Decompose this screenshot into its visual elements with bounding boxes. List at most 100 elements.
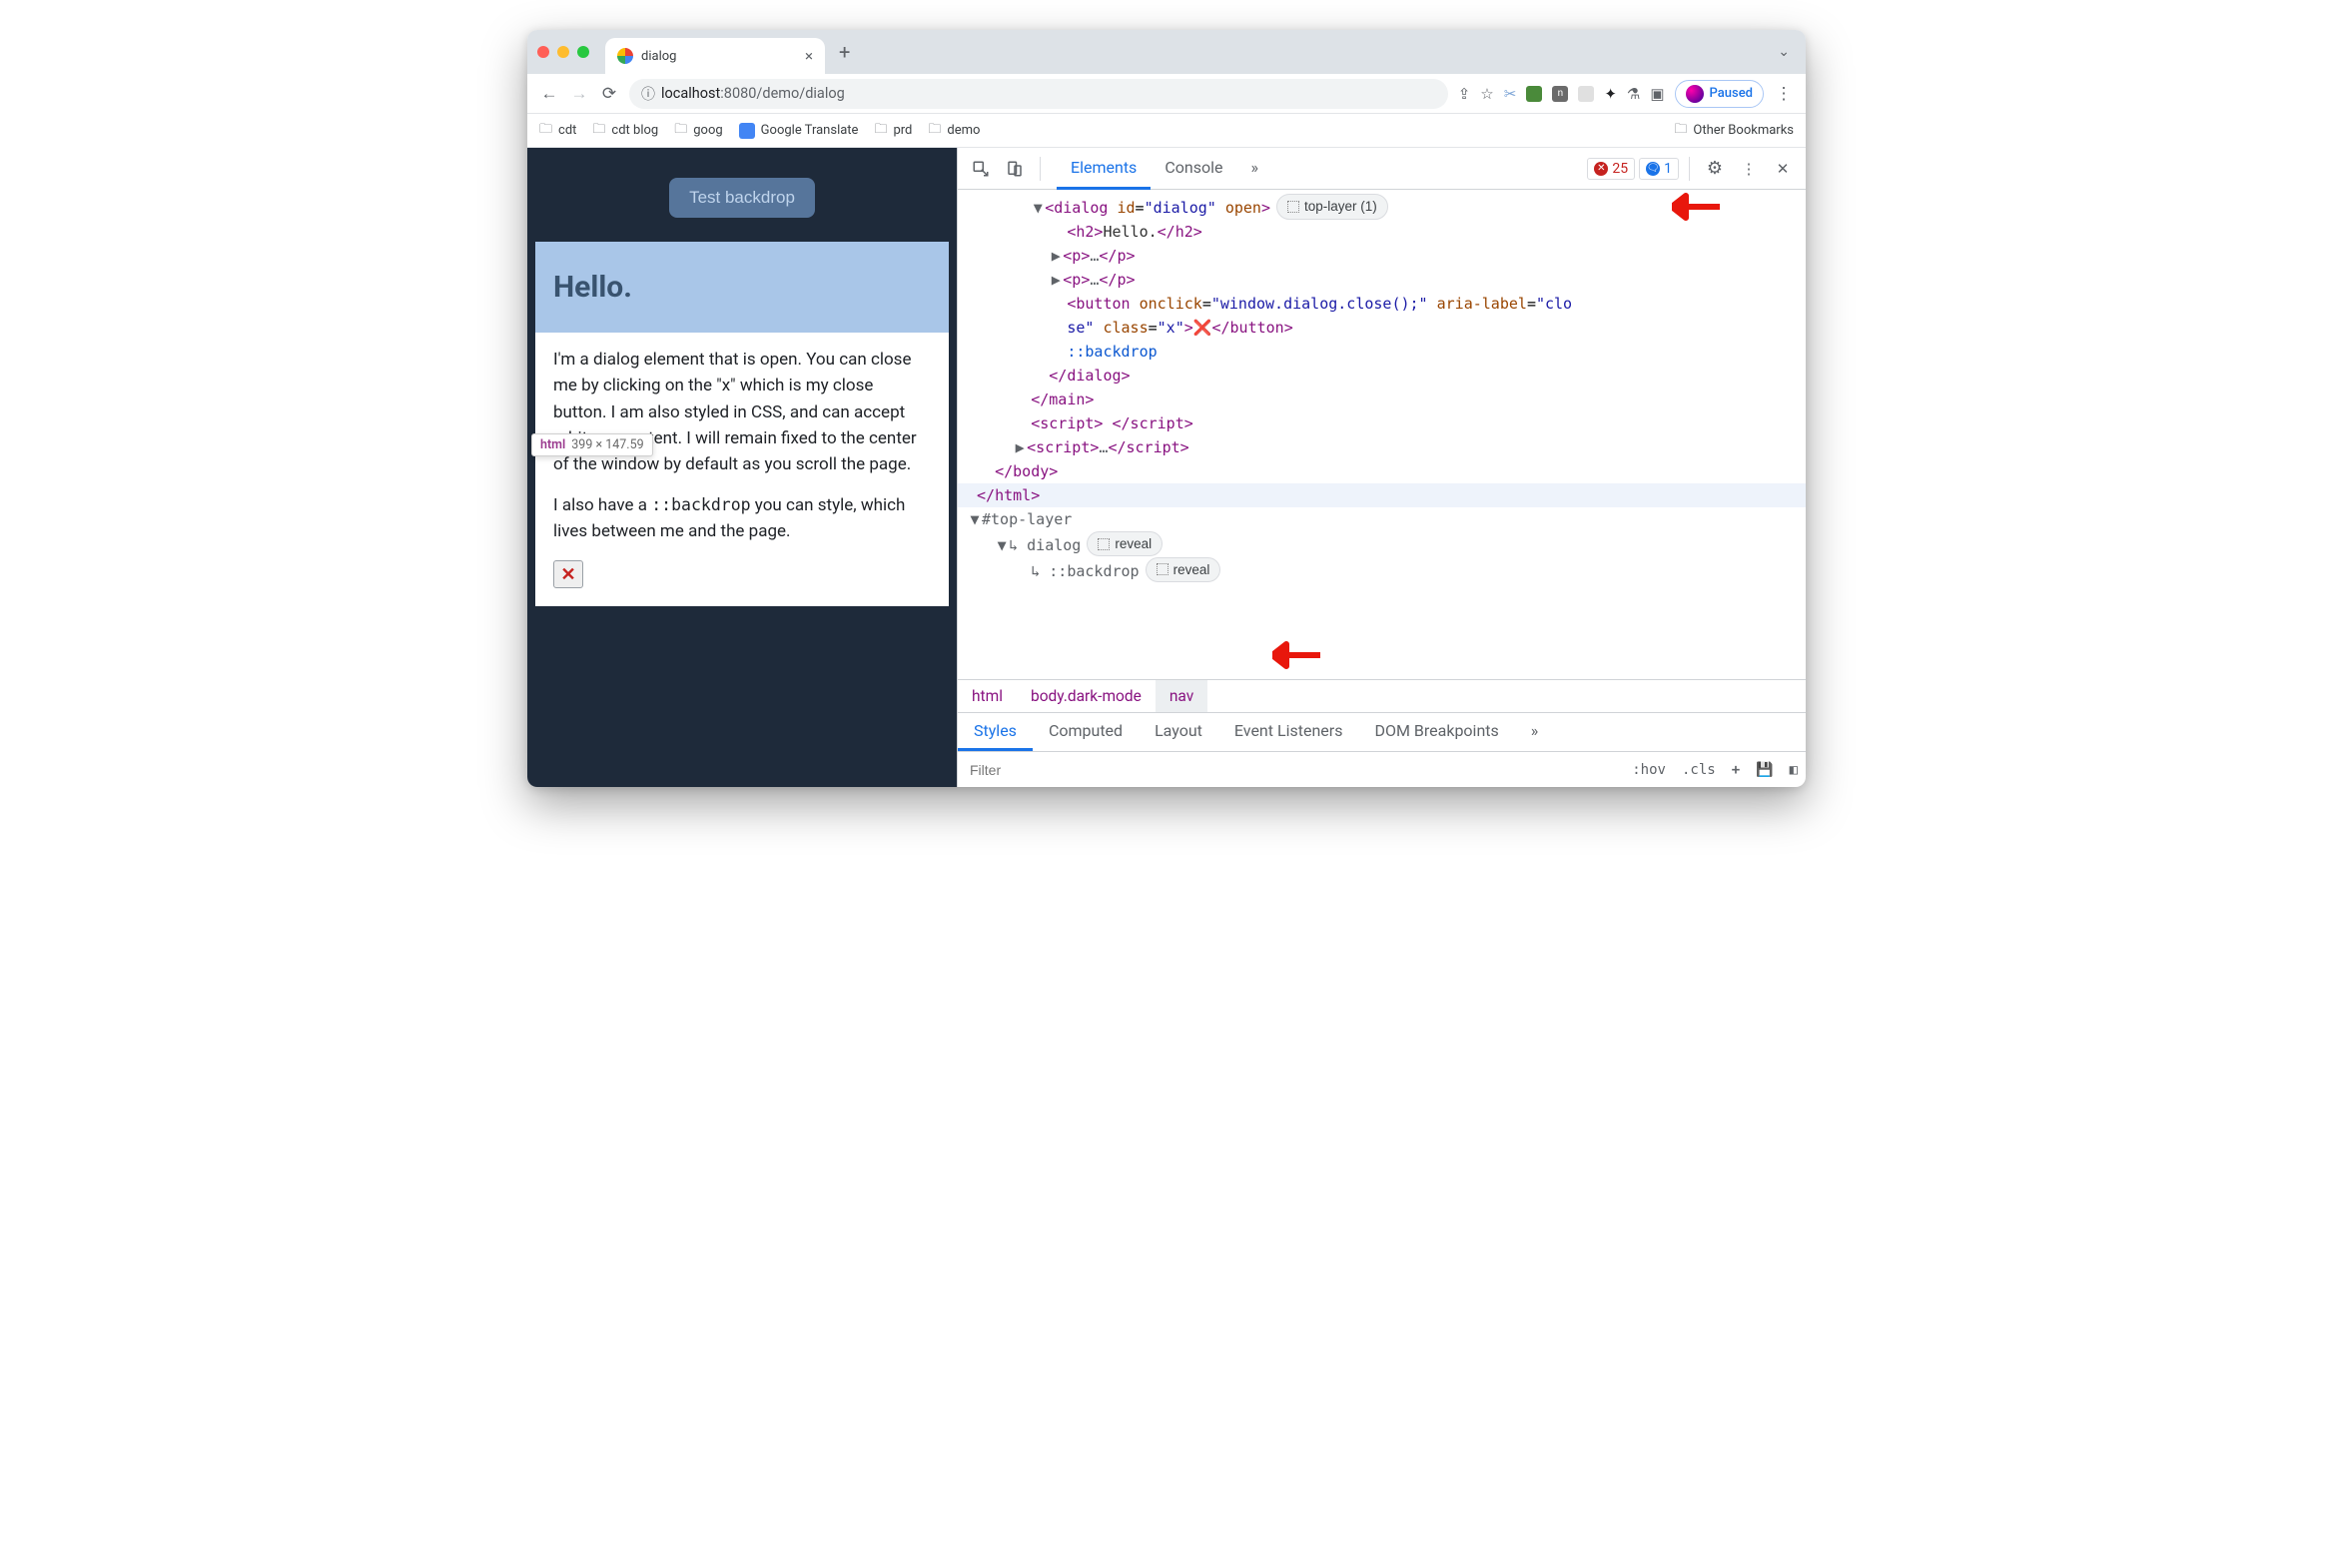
browser-menu-icon[interactable]: ⋮ bbox=[1774, 84, 1794, 104]
tab-console[interactable]: Console bbox=[1151, 148, 1236, 190]
url-text: localhost:8080/demo/dialog bbox=[661, 85, 845, 102]
devtools-settings-icon[interactable]: ⚙ bbox=[1700, 154, 1730, 184]
dom-node-html-close[interactable]: </html> bbox=[958, 483, 1806, 507]
stab-computed[interactable]: Computed bbox=[1033, 713, 1139, 751]
dialog-close-button[interactable]: ✕ bbox=[553, 560, 583, 588]
dom-node-button[interactable]: <button onclick="window.dialog.close();"… bbox=[958, 292, 1806, 316]
computed-styles-icon[interactable]: 💾 bbox=[1748, 762, 1781, 778]
tab-strip: dialog × + ⌄ bbox=[527, 30, 1806, 74]
toolbar-actions: ⇪ ☆ ✂ n ✦ ⚗ ▣ bbox=[1458, 85, 1665, 103]
content-split: Test backdrop Hello. html 399 × 147.59 I'… bbox=[527, 148, 1806, 787]
dom-node-tl-dialog[interactable]: ▼↳ dialogreveal bbox=[958, 531, 1806, 557]
bookmark-cdt[interactable]: 🗀cdt bbox=[539, 120, 576, 142]
hov-toggle[interactable]: :hov bbox=[1624, 762, 1674, 778]
stab-event-listeners[interactable]: Event Listeners bbox=[1218, 713, 1359, 751]
toggle-sidebar-icon[interactable]: ◧ bbox=[1782, 762, 1806, 778]
share-icon[interactable]: ⇪ bbox=[1458, 85, 1471, 103]
stab-dom-breakpoints[interactable]: DOM Breakpoints bbox=[1358, 713, 1514, 751]
dom-node-script2[interactable]: ▶<script>…</script> bbox=[958, 435, 1806, 459]
dom-node-backdrop[interactable]: ::backdrop bbox=[958, 340, 1806, 364]
tabs-dropdown-icon[interactable]: ⌄ bbox=[1772, 44, 1796, 60]
devtools-menu-icon[interactable]: ⋮ bbox=[1734, 154, 1764, 184]
dialog-para-2: I also have a ::backdrop you can style, … bbox=[535, 492, 949, 545]
tab-overflow[interactable]: » bbox=[1236, 148, 1272, 190]
crumb-nav[interactable]: nav bbox=[1156, 680, 1207, 712]
browser-tab[interactable]: dialog × bbox=[605, 38, 825, 74]
extension-icon-1[interactable] bbox=[1526, 86, 1542, 102]
new-tab-button[interactable]: + bbox=[833, 40, 856, 64]
dialog-title: Hello. bbox=[553, 270, 931, 305]
devtools-toolbar: Elements Console » ✕25 🗨1 ⚙ ⋮ ✕ bbox=[958, 148, 1806, 190]
browser-toolbar: ← → ⟳ ⓘ localhost:8080/demo/dialog ⇪ ☆ ✂… bbox=[527, 74, 1806, 114]
tab-favicon bbox=[617, 48, 633, 64]
site-info-icon[interactable]: ⓘ bbox=[641, 84, 655, 104]
devtools-close-icon[interactable]: ✕ bbox=[1768, 154, 1798, 184]
profile-avatar-icon bbox=[1686, 85, 1704, 103]
address-bar[interactable]: ⓘ localhost:8080/demo/dialog bbox=[629, 79, 1448, 109]
cls-toggle[interactable]: .cls bbox=[1674, 762, 1724, 778]
stab-overflow[interactable]: » bbox=[1515, 713, 1555, 751]
browser-window: dialog × + ⌄ ← → ⟳ ⓘ localhost:8080/demo… bbox=[527, 30, 1806, 787]
side-panel-icon[interactable]: ▣ bbox=[1650, 85, 1664, 103]
tab-close-icon[interactable]: × bbox=[805, 47, 813, 65]
bookmark-demo[interactable]: 🗀demo bbox=[928, 120, 980, 142]
rendered-page: Test backdrop Hello. html399 × 147.59 I'… bbox=[527, 148, 957, 787]
back-button[interactable]: ← bbox=[539, 84, 559, 104]
device-toggle-icon[interactable] bbox=[1000, 154, 1030, 184]
issues-counter[interactable]: 🗨1 bbox=[1639, 158, 1679, 180]
crumb-html[interactable]: html bbox=[958, 680, 1017, 712]
breadcrumbs: html body.dark-mode nav bbox=[958, 679, 1806, 712]
dom-node-p2[interactable]: ▶<p>…</p> bbox=[958, 268, 1806, 292]
inspect-element-icon[interactable] bbox=[966, 154, 996, 184]
devtools-panel: Elements Console » ✕25 🗨1 ⚙ ⋮ ✕ ▼<dialog… bbox=[957, 148, 1806, 787]
dialog-header: Hello. bbox=[535, 242, 949, 333]
extensions-puzzle-icon[interactable]: ✦ bbox=[1604, 85, 1617, 103]
bookmark-cdt-blog[interactable]: 🗀cdt blog bbox=[592, 120, 658, 142]
profile-chip[interactable]: Paused bbox=[1675, 80, 1764, 108]
dom-node-p1[interactable]: ▶<p>…</p> bbox=[958, 244, 1806, 268]
bookmark-goog[interactable]: 🗀goog bbox=[674, 120, 722, 142]
new-style-rule-icon[interactable]: + bbox=[1724, 762, 1748, 778]
crumb-body[interactable]: body.dark-mode bbox=[1017, 680, 1156, 712]
maximize-window-dot[interactable] bbox=[577, 46, 589, 58]
dom-node-tl-backdrop[interactable]: ↳ ::backdropreveal bbox=[958, 557, 1806, 583]
reload-button[interactable]: ⟳ bbox=[599, 84, 619, 104]
labs-flask-icon[interactable]: ⚗ bbox=[1627, 85, 1640, 103]
top-layer-badge[interactable]: top-layer (1) bbox=[1276, 194, 1388, 220]
test-backdrop-button[interactable]: Test backdrop bbox=[669, 178, 815, 218]
reveal-badge-backdrop[interactable]: reveal bbox=[1146, 557, 1221, 583]
extension-icon-3[interactable] bbox=[1578, 86, 1594, 102]
close-window-dot[interactable] bbox=[537, 46, 549, 58]
bookmark-prd[interactable]: 🗀prd bbox=[874, 120, 912, 142]
extension-icon-2[interactable]: n bbox=[1552, 86, 1568, 102]
styles-filter-row: :hov .cls + 💾 ◧ bbox=[958, 751, 1806, 787]
tab-elements[interactable]: Elements bbox=[1057, 148, 1151, 190]
dom-node-button-2[interactable]: se" class="x">❌</button> bbox=[958, 316, 1806, 340]
styles-tabstrip: Styles Computed Layout Event Listeners D… bbox=[958, 712, 1806, 751]
dom-node-main-close[interactable]: </main> bbox=[958, 388, 1806, 411]
bookmarks-bar: 🗀cdt 🗀cdt blog 🗀goog Google Translate 🗀p… bbox=[527, 114, 1806, 148]
dom-node-script1[interactable]: <script> </script> bbox=[958, 411, 1806, 435]
error-counter[interactable]: ✕25 bbox=[1587, 158, 1635, 180]
styles-filter-input[interactable] bbox=[958, 762, 1624, 778]
bookmark-star-icon[interactable]: ☆ bbox=[1480, 85, 1493, 103]
dom-node-toplayer[interactable]: ▼#top-layer bbox=[958, 507, 1806, 531]
close-x-icon: ✕ bbox=[560, 564, 575, 585]
dialog-para-1: I'm a dialog element that is open. You c… bbox=[535, 347, 949, 478]
bookmark-google-translate[interactable]: Google Translate bbox=[739, 123, 859, 139]
window-controls bbox=[537, 46, 589, 58]
dom-node-dialog-close[interactable]: </dialog> bbox=[958, 364, 1806, 388]
profile-status: Paused bbox=[1710, 86, 1753, 101]
reveal-badge-dialog[interactable]: reveal bbox=[1087, 531, 1163, 557]
scissors-icon[interactable]: ✂ bbox=[1504, 85, 1517, 103]
elements-tree[interactable]: ▼<dialog id="dialog" open>top-layer (1) … bbox=[958, 190, 1806, 679]
annotation-arrow-2 bbox=[1272, 640, 1320, 677]
stab-layout[interactable]: Layout bbox=[1139, 713, 1218, 751]
forward-button[interactable]: → bbox=[569, 84, 589, 104]
tab-title: dialog bbox=[641, 49, 676, 64]
stab-styles[interactable]: Styles bbox=[958, 713, 1033, 751]
dom-node-body-close[interactable]: </body> bbox=[958, 459, 1806, 483]
bookmark-other[interactable]: 🗀Other Bookmarks bbox=[1674, 120, 1794, 142]
minimize-window-dot[interactable] bbox=[557, 46, 569, 58]
tooltip-dimensions: 399 × 147.59 bbox=[571, 437, 643, 452]
